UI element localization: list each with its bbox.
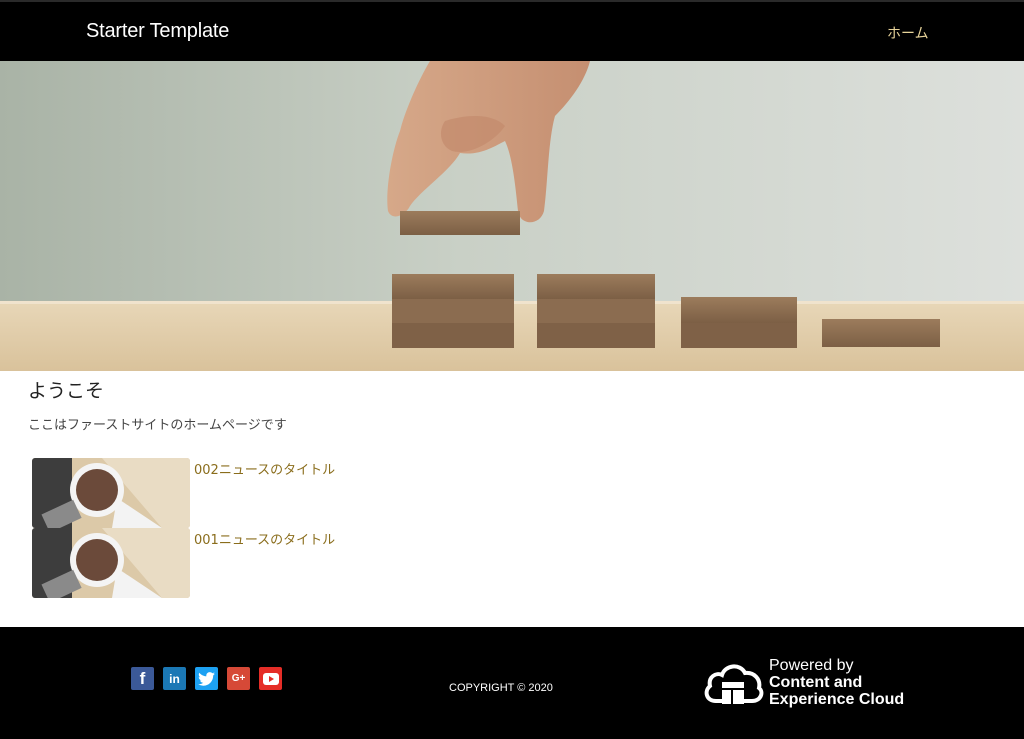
coffee-cup-image (32, 528, 190, 598)
nav-link-home[interactable]: ホーム (887, 23, 929, 43)
coffee-cup-image (32, 458, 190, 528)
news-item: 002ニュースのタイトル (32, 458, 532, 528)
google-plus-icon[interactable]: G+ (227, 667, 250, 690)
site-footer: f in G+ COPYRIGHT © 2020 Powered by Cont… (0, 627, 1024, 739)
news-item: 001ニュースのタイトル (32, 528, 532, 598)
welcome-description: ここはファーストサイトのホームページです (28, 418, 287, 433)
hero-banner (0, 61, 1024, 371)
twitter-icon[interactable] (195, 667, 218, 690)
cloud-icon (704, 664, 764, 704)
youtube-play-glyph (262, 672, 279, 685)
youtube-icon[interactable] (259, 667, 282, 690)
news-thumbnail[interactable] (32, 458, 190, 528)
powered-by-product-line2: Experience Cloud (769, 691, 905, 708)
twitter-bird-glyph (198, 671, 215, 686)
news-title-link[interactable]: 002ニュースのタイトル (194, 459, 335, 478)
facebook-icon[interactable]: f (131, 667, 154, 690)
top-navbar: Starter Template ホーム (0, 0, 1024, 61)
linkedin-icon[interactable]: in (163, 667, 186, 690)
news-title-link[interactable]: 001ニュースのタイトル (194, 529, 335, 548)
copyright-text: COPYRIGHT © 2020 (449, 682, 553, 694)
welcome-heading: ようこそ (28, 380, 105, 402)
powered-by-logo[interactable]: Powered by Content and Experience Cloud (702, 657, 932, 711)
powered-by-product-line1: Content and (769, 674, 863, 691)
news-thumbnail[interactable] (32, 528, 190, 598)
brand-logo-text[interactable]: Starter Template (86, 20, 229, 43)
hero-image (0, 61, 1024, 371)
powered-by-text: Powered by (769, 657, 854, 674)
